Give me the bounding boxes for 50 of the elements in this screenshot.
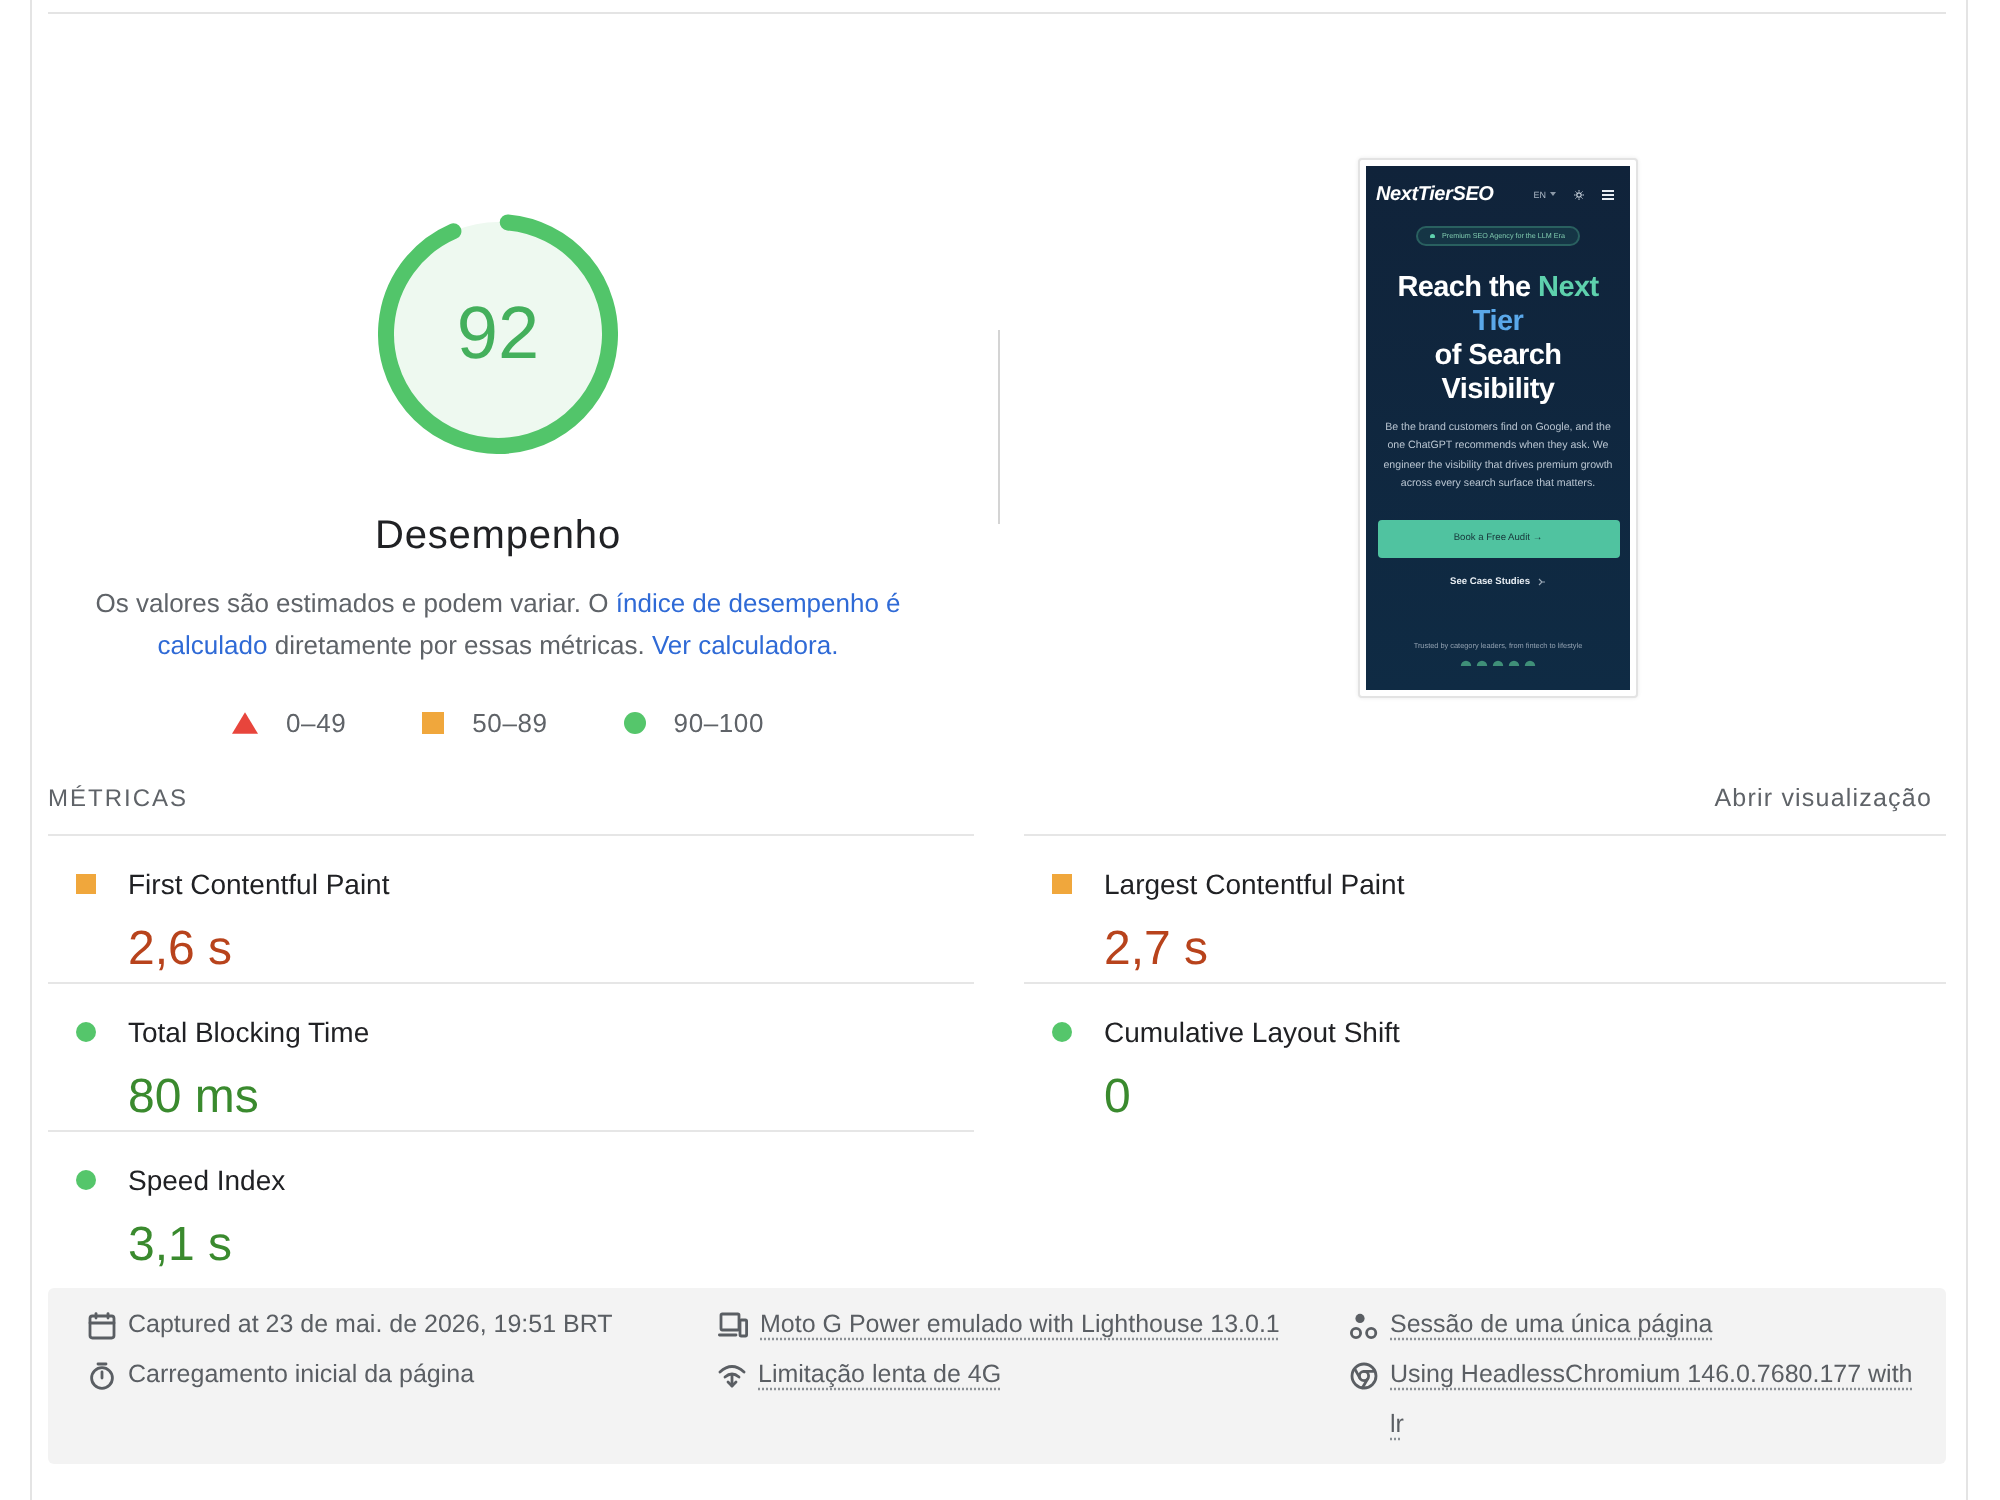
arrow-icon [1538, 578, 1546, 587]
section-title: MÉTRICAS [48, 782, 189, 814]
metric-name: Speed Index [128, 1161, 288, 1197]
metric-name: First Contentful Paint [128, 865, 392, 901]
status-dot-icon [1430, 233, 1436, 239]
metric-name: Cumulative Layout Shift [1104, 1013, 1402, 1049]
aperture-icon [1350, 1361, 1378, 1389]
signal-icon [718, 1362, 746, 1388]
square-icon [1052, 873, 1072, 893]
stopwatch-icon [88, 1361, 116, 1389]
report-detail-hint[interactable]: Moto G Power emulado with Lighthouse 13.0.1 [760, 1300, 1280, 1350]
report-detail-text: Carregamento inicial da página [128, 1358, 475, 1392]
description-link[interactable]: Ver calculadora. [651, 630, 839, 660]
metric-name: Total Blocking Time [128, 1013, 372, 1049]
score-value: 92 [456, 294, 540, 374]
legend-label: 0–49 [286, 707, 347, 737]
nodes-icon [1350, 1311, 1378, 1339]
description-link[interactable]: calculado [157, 630, 268, 660]
report-detail-hint[interactable]: Limitação lenta de 4G [758, 1350, 1002, 1400]
triangle-icon [232, 711, 259, 733]
dot-icon [76, 1021, 96, 1041]
square-icon [76, 873, 96, 893]
legend-label: 50–89 [472, 707, 548, 737]
dot-icon [1052, 1021, 1072, 1041]
calendar-icon [88, 1311, 116, 1339]
dot-icon [623, 711, 646, 733]
metric-value: 2,7 s [1104, 921, 1211, 977]
metric-name: Largest Contentful Paint [1104, 865, 1407, 901]
category-title: Desempenho [375, 512, 621, 560]
dot-icon [76, 1169, 96, 1189]
description-text: diretamente por essas métricas. [274, 630, 645, 660]
devices-icon [718, 1312, 748, 1338]
sun-icon [1574, 189, 1584, 199]
legend-label: 90–100 [673, 707, 764, 737]
metric-value: 3,1 s [128, 1217, 235, 1273]
metric-value: 0 [1104, 1069, 1133, 1125]
preview-headline: Reach the Next Tier of Search Visibility [1397, 272, 1599, 408]
caret-icon [1550, 192, 1556, 196]
description-text: Os valores são estimados e podem variar. O [95, 588, 609, 618]
metric-value: 2,6 s [128, 921, 235, 977]
report-detail-hint[interactable]: Using HeadlessChromium 146.0.7680.177 with lr [1390, 1350, 1920, 1450]
description-link[interactable]: índice de desempenho é [615, 588, 901, 618]
preview-logo: NextTierSEO [1376, 183, 1494, 205]
report-detail-hint[interactable]: Sessão de uma única página [1390, 1300, 1713, 1350]
view-toggle-link[interactable]: Abrir visualização [1714, 782, 1932, 814]
report-detail-text: Captured at 23 de mai. de 2026, 19:51 BRT [128, 1308, 613, 1342]
dot-row-icon [1458, 659, 1538, 666]
square-icon [422, 711, 445, 733]
metric-value: 80 ms [128, 1069, 261, 1125]
menu-icon[interactable] [1602, 189, 1614, 199]
